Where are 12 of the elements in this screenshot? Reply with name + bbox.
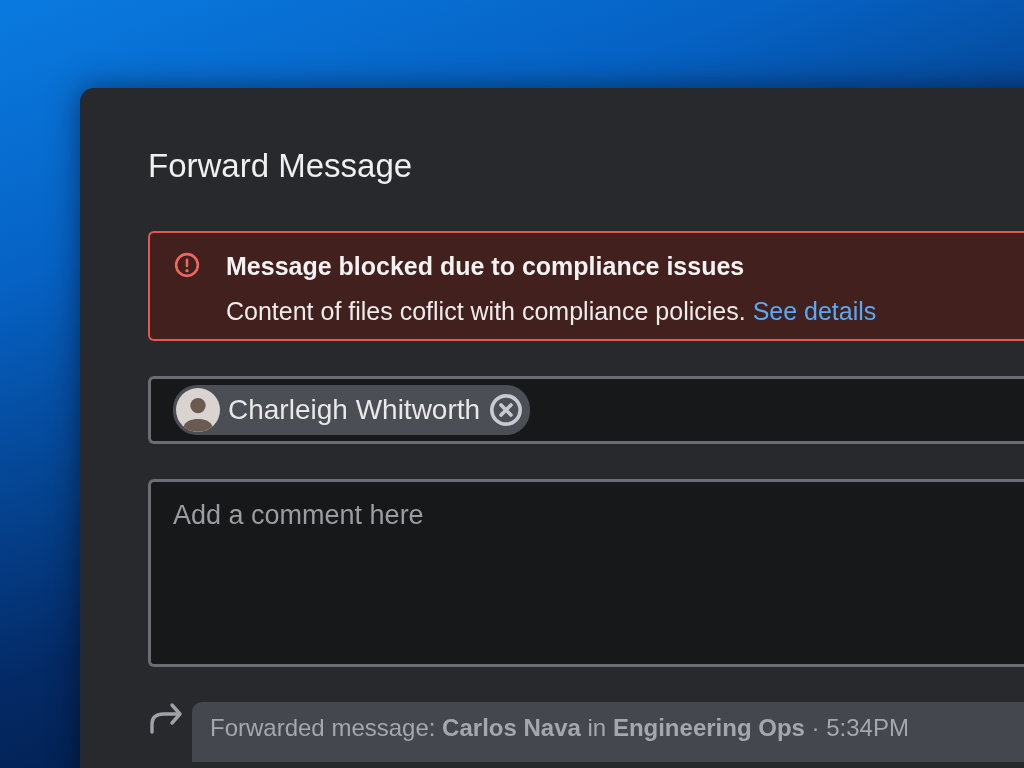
recipient-field[interactable]: Charleigh Whitworth (148, 376, 1024, 444)
dialog-title: Forward Message (148, 146, 413, 186)
warning-icon (174, 252, 200, 278)
remove-button[interactable] (488, 392, 525, 428)
comment-field[interactable]: Add a comment here (148, 479, 1024, 667)
alert-message: Content of files coflict with compliance policies. See details (226, 296, 877, 327)
avatar-icon (176, 388, 220, 432)
forwarded-message-bar: Forwarded message: Carlos Nava in Engineering Ops · 5:34PM (192, 702, 1024, 762)
alert-title: Message blocked due to compliance issues (226, 251, 745, 281)
recipient-name: Charleigh Whitworth (228, 394, 481, 426)
see-details-link[interactable]: See details (752, 297, 877, 325)
forward-arrow-icon (148, 702, 184, 734)
